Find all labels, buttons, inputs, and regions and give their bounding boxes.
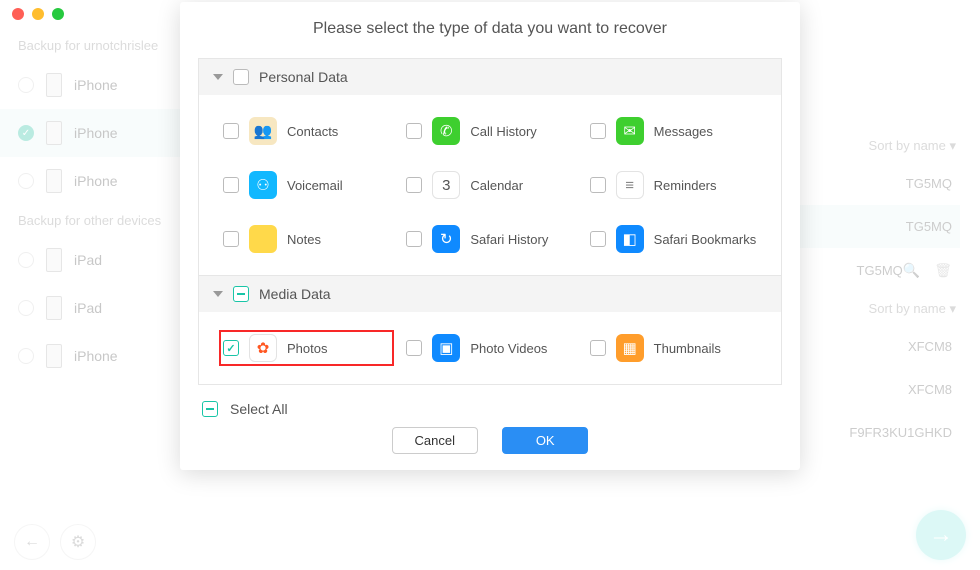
ok-button[interactable]: OK xyxy=(502,427,588,454)
personal-data-label: Personal Data xyxy=(259,69,348,85)
checkbox[interactable] xyxy=(590,177,606,193)
recover-dialog: Please select the type of data you want … xyxy=(180,2,800,470)
safari-bookmarks-icon: ◧ xyxy=(616,225,644,253)
type-label: Calendar xyxy=(470,178,523,193)
messages-icon: ✉ xyxy=(616,117,644,145)
safari-history-icon: ↻ xyxy=(432,225,460,253)
select-all-checkbox[interactable] xyxy=(202,401,218,417)
checkbox[interactable] xyxy=(406,231,422,247)
type-label: Contacts xyxy=(287,124,338,139)
cancel-button[interactable]: Cancel xyxy=(392,427,478,454)
media-data-header[interactable]: Media Data xyxy=(199,275,781,312)
media-data-label: Media Data xyxy=(259,286,331,302)
type-label: Photos xyxy=(287,341,327,356)
type-thumbnails[interactable]: ▦ Thumbnails xyxy=(586,330,761,366)
checkbox[interactable] xyxy=(406,340,422,356)
type-label: Messages xyxy=(654,124,713,139)
voicemail-icon: ⚇ xyxy=(249,171,277,199)
type-photo-videos[interactable]: ▣ Photo Videos xyxy=(402,330,577,366)
type-call-history[interactable]: ✆ Call History xyxy=(402,113,577,149)
photo-videos-icon: ▣ xyxy=(432,334,460,362)
type-safari-bookmarks[interactable]: ◧ Safari Bookmarks xyxy=(586,221,761,257)
maximize-icon[interactable] xyxy=(52,8,64,20)
type-contacts[interactable]: 👥 Contacts xyxy=(219,113,394,149)
checkbox[interactable] xyxy=(590,340,606,356)
type-label: Thumbnails xyxy=(654,341,721,356)
photos-icon: ✿ xyxy=(249,334,277,362)
personal-data-header[interactable]: Personal Data xyxy=(199,59,781,95)
notes-icon xyxy=(249,225,277,253)
dialog-buttons: Cancel OK xyxy=(198,427,782,454)
minimize-icon[interactable] xyxy=(32,8,44,20)
contacts-icon: 👥 xyxy=(249,117,277,145)
checkbox[interactable] xyxy=(590,231,606,247)
checkbox[interactable] xyxy=(590,123,606,139)
thumbnails-icon: ▦ xyxy=(616,334,644,362)
window-controls[interactable] xyxy=(12,8,64,20)
checkbox[interactable] xyxy=(223,177,239,193)
calendar-icon: 3 xyxy=(432,171,460,199)
select-all-row[interactable]: Select All xyxy=(198,385,782,427)
dialog-title: Please select the type of data you want … xyxy=(198,20,782,38)
type-label: Reminders xyxy=(654,178,717,193)
type-notes[interactable]: Notes xyxy=(219,221,394,257)
chevron-down-icon xyxy=(213,74,223,80)
type-label: Photo Videos xyxy=(470,341,547,356)
checkbox[interactable] xyxy=(223,340,239,356)
checkbox[interactable] xyxy=(223,123,239,139)
type-label: Safari Bookmarks xyxy=(654,232,757,247)
type-voicemail[interactable]: ⚇ Voicemail xyxy=(219,167,394,203)
type-label: Call History xyxy=(470,124,536,139)
type-calendar[interactable]: 3 Calendar xyxy=(402,167,577,203)
type-safari-history[interactable]: ↻ Safari History xyxy=(402,221,577,257)
type-messages[interactable]: ✉ Messages xyxy=(586,113,761,149)
media-data-checkbox[interactable] xyxy=(233,286,249,302)
personal-data-checkbox[interactable] xyxy=(233,69,249,85)
type-photos[interactable]: ✿ Photos xyxy=(219,330,394,366)
chevron-down-icon xyxy=(213,291,223,297)
checkbox[interactable] xyxy=(223,231,239,247)
checkbox[interactable] xyxy=(406,123,422,139)
call-history-icon: ✆ xyxy=(432,117,460,145)
select-all-label: Select All xyxy=(230,401,288,417)
type-label: Voicemail xyxy=(287,178,343,193)
close-icon[interactable] xyxy=(12,8,24,20)
type-label: Notes xyxy=(287,232,321,247)
type-label: Safari History xyxy=(470,232,548,247)
checkbox[interactable] xyxy=(406,177,422,193)
type-reminders[interactable]: ≡ Reminders xyxy=(586,167,761,203)
personal-data-group: Personal Data 👥 Contacts ✆ Call History ✉ Mes… xyxy=(198,58,782,385)
reminders-icon: ≡ xyxy=(616,171,644,199)
